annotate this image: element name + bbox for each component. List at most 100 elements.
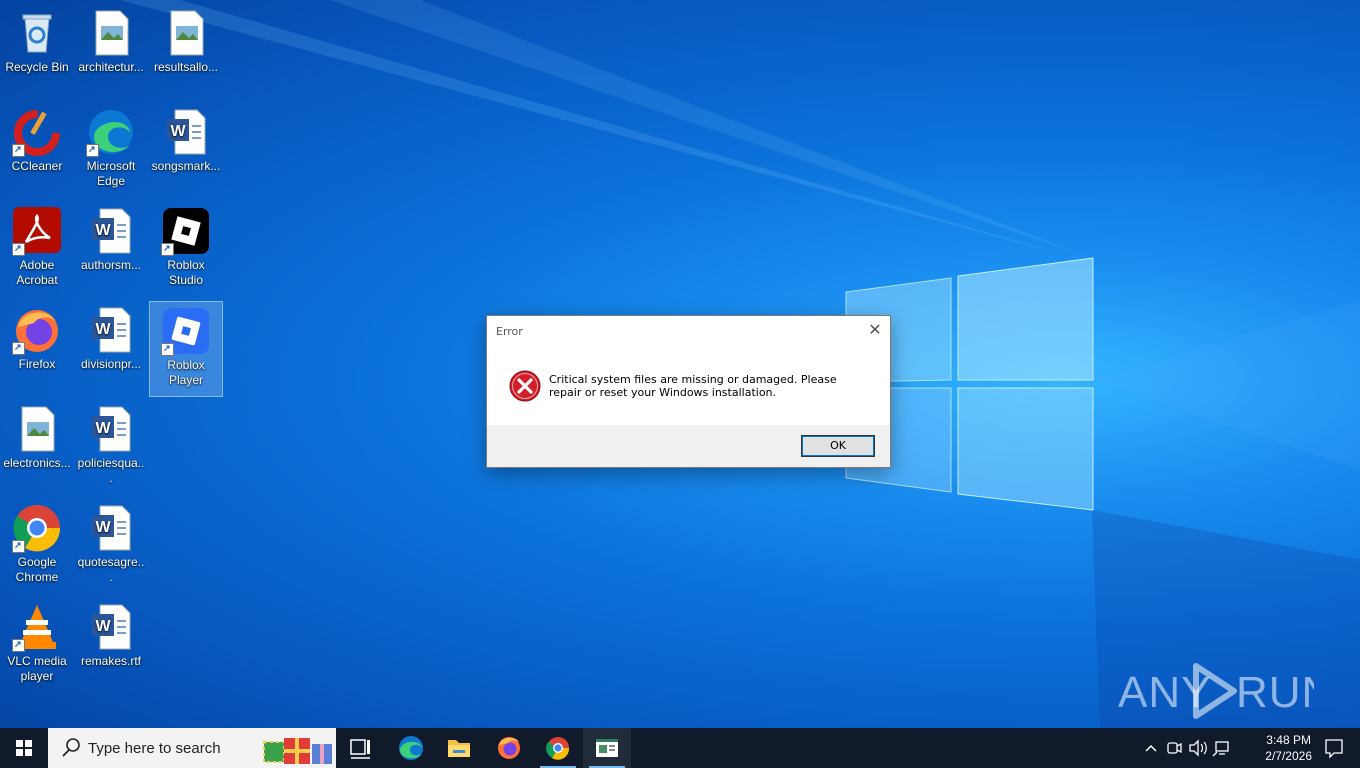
desktop: Recycle Bin CCleaner Adobe Acrobat Firef… — [0, 0, 1360, 728]
edge-icon — [399, 736, 423, 760]
word-document-icon: W — [86, 602, 136, 652]
notifications-icon[interactable] — [1314, 728, 1354, 768]
search-placeholder: Type here to search — [88, 740, 221, 757]
ccleaner-icon — [12, 107, 62, 157]
dialog-title: Error — [496, 325, 523, 338]
search-highlight-gifts-icon — [263, 738, 332, 764]
svg-text:W: W — [95, 420, 111, 437]
desktop-icon-label: quotesagre... — [77, 555, 145, 584]
word-document-icon: W — [86, 404, 136, 454]
desktop-icon-label: Recycle Bin — [5, 60, 69, 74]
desktop-icon-label: CCleaner — [11, 159, 63, 173]
shortcut-arrow-icon — [161, 241, 174, 256]
desktop-icon-microsoft-edge[interactable]: Microsoft Edge — [75, 103, 147, 197]
desktop-icon-songsmark[interactable]: W songsmark... — [150, 103, 222, 197]
clock-time: 3:48 PM — [1266, 733, 1311, 747]
shortcut-arrow-icon — [12, 637, 25, 652]
edge-icon — [86, 107, 136, 157]
desktop-icon-label: Firefox — [18, 357, 56, 371]
taskbar-firefox[interactable] — [485, 728, 533, 768]
image-file-icon — [161, 8, 211, 58]
desktop-icon-remakes[interactable]: W remakes.rtf — [75, 598, 147, 692]
desktop-icon-google-chrome[interactable]: Google Chrome — [1, 499, 73, 593]
desktop-icon-label: Microsoft Edge — [86, 159, 136, 188]
desktop-icon-resultsallo[interactable]: resultsallo... — [150, 4, 222, 98]
desktop-icon-label: remakes.rtf — [80, 654, 141, 668]
desktop-icon-divisionpr[interactable]: W divisionpr... — [75, 301, 147, 395]
image-file-icon — [86, 8, 136, 58]
acrobat-icon — [12, 206, 62, 256]
roblox-player-icon — [161, 306, 211, 356]
taskbar: Type here to search 3:48 PM 2/7/2026 — [0, 728, 1360, 768]
shortcut-arrow-icon — [12, 241, 25, 256]
taskbar-file-explorer[interactable] — [435, 728, 483, 768]
system-tray: 3:48 PM 2/7/2026 — [1140, 728, 1360, 768]
error-dialog: Error ✕ Critical system files are missin… — [486, 315, 891, 468]
desktop-icon-label: VLC media player — [7, 654, 67, 683]
desktop-icon-ccleaner[interactable]: CCleaner — [1, 103, 73, 197]
desktop-icon-firefox[interactable]: Firefox — [1, 301, 73, 395]
desktop-icon-label: Roblox Studio — [167, 258, 205, 287]
shortcut-arrow-icon — [12, 538, 25, 553]
chrome-icon — [12, 503, 62, 553]
desktop-icon-quotesagre[interactable]: W quotesagre... — [75, 499, 147, 593]
folder-icon — [448, 740, 470, 757]
taskbar-edge[interactable] — [386, 728, 434, 768]
chevron-up-icon — [1145, 744, 1157, 752]
svg-text:W: W — [95, 222, 111, 239]
close-icon[interactable]: ✕ — [860, 316, 890, 344]
desktop-icon-vlc[interactable]: VLC media player — [1, 598, 73, 692]
search-icon — [62, 738, 80, 757]
firefox-icon — [12, 305, 62, 355]
dialog-footer: OK — [487, 425, 890, 467]
shortcut-arrow-icon — [12, 142, 25, 157]
recycle-bin-icon — [12, 8, 62, 58]
desktop-icon-label: Roblox Player — [167, 358, 205, 387]
ok-button[interactable]: OK — [801, 435, 875, 457]
taskbar-active-window[interactable] — [583, 728, 631, 768]
watermark-text-run: RUN — [1236, 668, 1314, 717]
volume-icon — [1189, 739, 1207, 757]
desktop-icon-policiesqua[interactable]: W policiesqua... — [75, 400, 147, 494]
desktop-icon-roblox-player[interactable]: Roblox Player — [149, 301, 223, 397]
desktop-icon-authorsm[interactable]: W authorsm... — [75, 202, 147, 296]
desktop-icon-architecture[interactable]: architectur... — [75, 4, 147, 98]
window-app-icon — [596, 739, 618, 757]
meet-now-icon — [1167, 742, 1182, 754]
image-file-icon — [12, 404, 62, 454]
word-document-icon: W — [86, 206, 136, 256]
task-view-icon — [350, 739, 370, 759]
desktop-icon-label: electronics... — [3, 456, 71, 470]
svg-text:W: W — [95, 321, 111, 338]
desktop-icon-label: policiesqua... — [77, 456, 145, 485]
shortcut-arrow-icon — [161, 341, 174, 356]
word-document-icon: W — [161, 107, 211, 157]
word-document-icon: W — [86, 503, 136, 553]
desktop-icon-label: Google Chrome — [15, 555, 59, 584]
taskbar-chrome[interactable] — [534, 728, 582, 768]
desktop-icon-label: divisionpr... — [80, 357, 142, 371]
desktop-icon-adobe-acrobat[interactable]: Adobe Acrobat — [1, 202, 73, 296]
error-icon — [509, 370, 541, 402]
word-document-icon: W — [86, 305, 136, 355]
taskbar-task-view[interactable] — [336, 728, 384, 768]
desktop-icon-label: architectur... — [78, 60, 144, 74]
roblox-studio-icon — [161, 206, 211, 256]
svg-text:W: W — [95, 618, 111, 635]
anyrun-watermark: ANY RUN — [1118, 660, 1333, 720]
desktop-icon-electronics[interactable]: electronics... — [1, 400, 73, 494]
shortcut-arrow-icon — [12, 340, 25, 355]
desktop-icon-recycle-bin[interactable]: Recycle Bin — [1, 4, 73, 98]
svg-text:W: W — [170, 123, 186, 140]
dialog-message: Critical system files are missing or dam… — [549, 373, 837, 399]
windows-start-icon — [16, 740, 32, 756]
taskbar-search-box[interactable]: Type here to search — [48, 728, 336, 768]
clock-date: 2/7/2026 — [1265, 749, 1312, 763]
start-button[interactable] — [0, 728, 48, 768]
clock[interactable]: 3:48 PM 2/7/2026 — [1265, 732, 1312, 764]
desktop-icon-roblox-studio[interactable]: Roblox Studio — [150, 202, 222, 296]
shortcut-arrow-icon — [86, 142, 99, 157]
vlc-icon — [12, 602, 62, 652]
svg-text:W: W — [95, 519, 111, 536]
desktop-icon-label: Adobe Acrobat — [16, 258, 58, 287]
